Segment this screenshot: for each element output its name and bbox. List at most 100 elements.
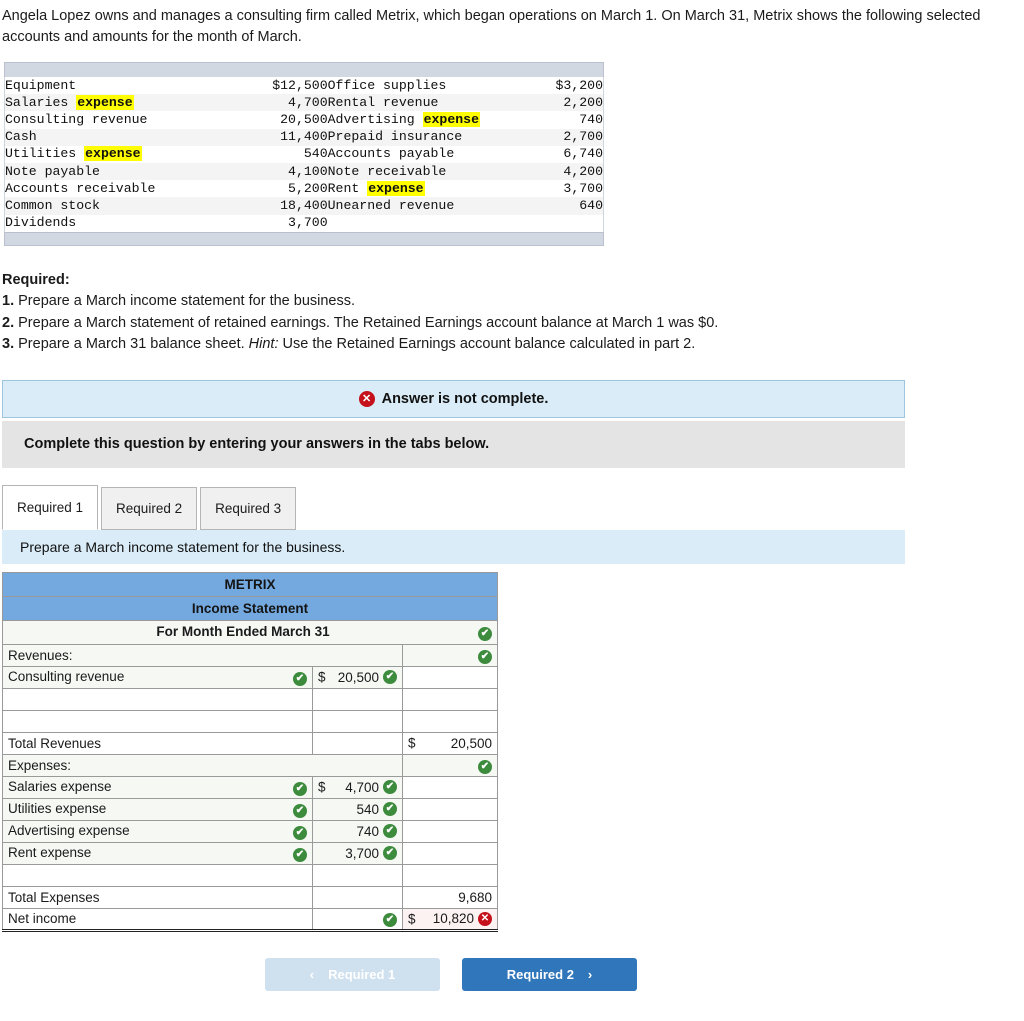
check-icon: ✔	[383, 670, 397, 685]
required-section: Required: 1. Prepare a March income stat…	[2, 270, 1024, 356]
expenses-header-row[interactable]: Expenses: ✔	[2, 753, 498, 777]
navigation-buttons: ‹ Required 1 Required 2 ›	[0, 957, 1024, 991]
expense-line-label-cell[interactable]: Rent expense ✔	[2, 841, 313, 865]
net-income-value-cell[interactable]: $ 10,820 ✕	[402, 907, 498, 932]
total-expenses-row: Total Expenses 9,680	[2, 885, 498, 909]
expense-line-value-cell[interactable]	[312, 863, 403, 887]
expense-line-label: Advertising expense	[8, 822, 130, 838]
instruction-banner: Complete this question by entering your …	[2, 420, 905, 468]
required-item: 1. Prepare a March income statement for …	[2, 291, 1024, 312]
check-icon: ✔	[293, 803, 307, 818]
expense-line-row[interactable]	[2, 863, 498, 887]
account-name: Rent expense	[327, 180, 425, 196]
tab-required-1-label: Required 1	[17, 499, 84, 515]
revenue-line-row[interactable]	[2, 687, 498, 711]
net-income-status-cell[interactable]: ✔	[312, 907, 403, 932]
expense-line-row[interactable]: Rent expense ✔ 3,700 ✔	[2, 841, 498, 865]
expenses-header-status-cell[interactable]: ✔	[402, 753, 498, 777]
expense-line-label-cell[interactable]: Salaries expense ✔	[2, 775, 313, 799]
account-name: Consulting revenue	[5, 111, 148, 127]
check-icon: ✔	[293, 671, 307, 686]
tab-required-2[interactable]: Required 2	[101, 486, 198, 530]
net-income-label: Net income	[8, 911, 77, 927]
account-amount: $3,200	[555, 77, 603, 93]
next-required-button[interactable]: Required 2 ›	[462, 957, 637, 991]
check-icon: ✔	[383, 913, 397, 928]
expense-line-total-cell[interactable]	[402, 775, 498, 799]
required-item: 2. Prepare a March statement of retained…	[2, 313, 1024, 334]
revenue-line-label-cell[interactable]: Consulting revenue ✔	[2, 665, 313, 689]
expense-line-value: 3,700	[345, 845, 379, 861]
expense-line-row[interactable]: Salaries expense ✔ $4,700 ✔	[2, 775, 498, 799]
accounts-row: Salaries expense 4,700 Rental revenue 2,200	[4, 94, 604, 112]
dollar-sign: $	[408, 911, 416, 927]
answer-incomplete-banner: ✕ Answer is not complete.	[2, 379, 905, 418]
check-icon: ✔	[293, 781, 307, 796]
statement-period-row[interactable]: For Month Ended March 31 ✔	[2, 619, 498, 645]
account-name: Note receivable	[327, 163, 447, 179]
expense-line-label: Rent expense	[8, 844, 92, 860]
expense-line-value-cell[interactable]: $4,700 ✔	[312, 775, 403, 799]
expense-line-row[interactable]: Utilities expense ✔ 540 ✔	[2, 797, 498, 821]
x-circle-icon: ✕	[358, 390, 375, 407]
revenue-line-value-cell[interactable]	[312, 687, 403, 711]
expense-line-value-cell[interactable]: 540 ✔	[312, 797, 403, 821]
required-item-text: Prepare a March income statement for the…	[18, 293, 356, 310]
total-expenses-spacer	[312, 885, 403, 909]
expense-line-total-cell[interactable]	[402, 841, 498, 865]
expense-line-total-cell[interactable]	[402, 863, 498, 887]
revenue-line-row[interactable]	[2, 709, 498, 733]
expenses-label-cell[interactable]: Expenses:	[2, 753, 403, 777]
account-amount: 11,400	[280, 129, 328, 145]
expense-line-value: 740	[356, 823, 379, 839]
check-icon: ✔	[293, 847, 307, 862]
account-amount: 2,700	[563, 129, 603, 145]
expense-line-value-cell[interactable]: 3,700 ✔	[312, 841, 403, 865]
accounts-table: Equipment $12,500 Office supplies $3,200 Sal…	[4, 77, 604, 232]
revenue-line-row[interactable]: Consulting revenue ✔ $20,500 ✔	[2, 665, 498, 689]
expense-line-label-cell[interactable]	[2, 863, 313, 887]
revenue-line-label-cell[interactable]	[2, 687, 313, 711]
expense-line-total-cell[interactable]	[402, 819, 498, 843]
prev-required-button[interactable]: ‹ Required 1	[265, 957, 440, 991]
expense-line-row[interactable]: Advertising expense ✔ 740 ✔	[2, 819, 498, 843]
revenue-line-label-cell[interactable]	[2, 709, 313, 733]
revenue-line-total-cell[interactable]	[402, 665, 498, 689]
revenue-line-total-cell[interactable]	[402, 687, 498, 711]
dollar-sign: $	[408, 735, 416, 751]
accounts-row: Consulting revenue 20,500 Advertising expe…	[4, 111, 604, 129]
highlighted-term: expense	[422, 111, 480, 127]
account-name: Note payable	[5, 163, 100, 179]
check-icon: ✔	[383, 824, 397, 839]
revenues-header-row[interactable]: Revenues: ✔	[2, 643, 498, 667]
check-icon: ✔	[383, 846, 397, 861]
expense-line-label-cell[interactable]: Utilities expense ✔	[2, 797, 313, 821]
net-income-row[interactable]: Net income ✔ $ 10,820 ✕	[2, 907, 498, 932]
tab-required-1[interactable]: Required 1	[2, 484, 99, 530]
total-revenues-value-cell: $ 20,500	[402, 731, 498, 755]
prev-required-label: Required 1	[328, 966, 396, 982]
expense-line-total-cell[interactable]	[402, 797, 498, 821]
accounts-table-wrapper: Equipment $12,500 Office supplies $3,200 Sal…	[4, 62, 604, 246]
highlighted-term: expense	[367, 180, 425, 196]
statement-title: Income Statement	[2, 595, 498, 621]
revenues-label-cell[interactable]: Revenues:	[2, 643, 403, 667]
required-item-number: 1.	[2, 293, 19, 310]
account-name: Rental revenue	[327, 94, 439, 110]
tab-required-3[interactable]: Required 3	[200, 486, 297, 530]
expense-line-label-cell[interactable]: Advertising expense ✔	[2, 819, 313, 843]
total-revenues-label: Total Revenues	[2, 731, 313, 755]
revenue-line-value-cell[interactable]: $20,500 ✔	[312, 665, 403, 689]
statement-period-cell[interactable]: For Month Ended March 31 ✔	[2, 619, 498, 645]
account-name	[328, 215, 517, 232]
total-revenues-value: 20,500	[450, 735, 492, 751]
revenue-line-value-cell[interactable]	[312, 709, 403, 733]
revenues-header-status-cell[interactable]: ✔	[402, 643, 498, 667]
account-name: Advertising expense	[327, 111, 480, 127]
expense-line-value-cell[interactable]: 740 ✔	[312, 819, 403, 843]
check-icon: ✔	[383, 780, 397, 795]
revenue-line-total-cell[interactable]	[402, 709, 498, 733]
required-item-hint: Hint:	[248, 336, 279, 353]
total-expenses-label: Total Expenses	[2, 885, 313, 909]
income-statement-table: METRIX Income Statement For Month Ended …	[2, 571, 498, 932]
